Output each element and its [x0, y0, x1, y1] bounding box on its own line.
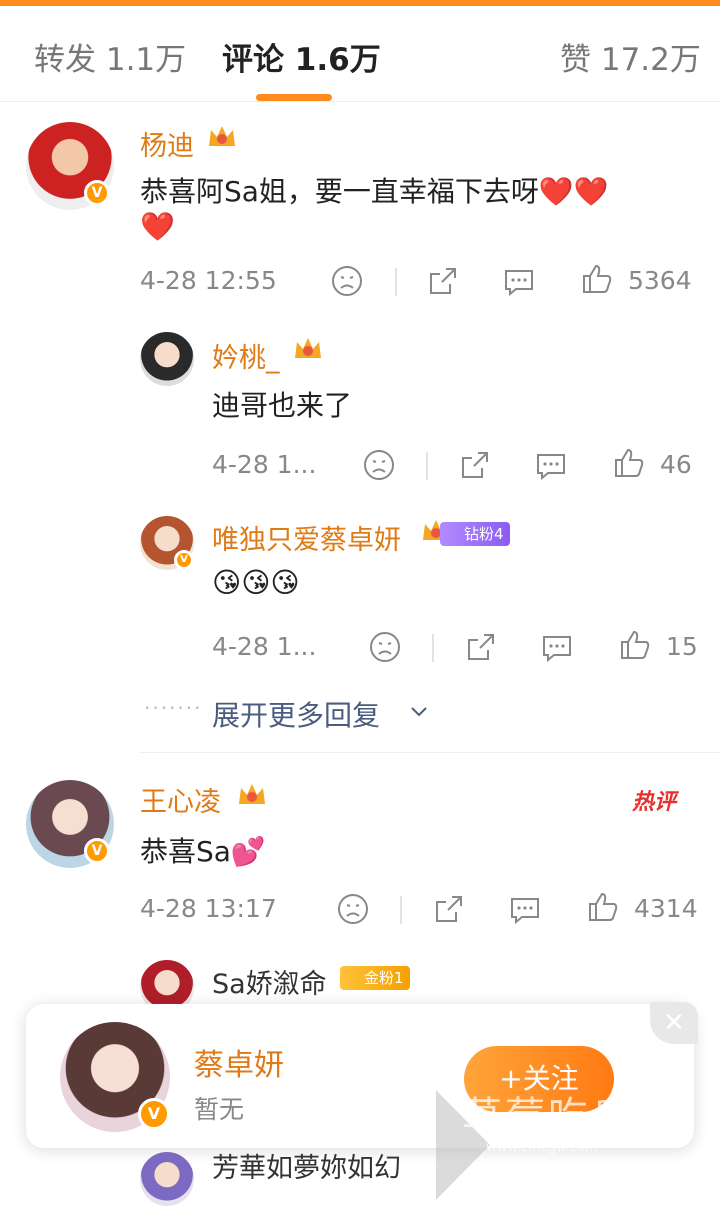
- like-icon[interactable]: [586, 890, 620, 924]
- tab-bar: 转发 1.1万 评论 1.6万 赞 17.2万: [0, 6, 720, 102]
- crown-icon: [295, 338, 321, 358]
- reply-author[interactable]: 芳華如夢妳如幻: [212, 1146, 401, 1185]
- crown-icon: [209, 126, 235, 146]
- divider: [395, 268, 397, 296]
- reply-text: 迪哥也来了: [212, 389, 353, 422]
- reply-text: 😘😘😘: [212, 566, 300, 599]
- verified-badge-icon: V: [174, 550, 194, 570]
- avatar[interactable]: [140, 1152, 194, 1206]
- fan-level-badge: 钻粉4: [440, 522, 510, 546]
- comment-author[interactable]: 王心凌: [140, 780, 221, 819]
- verified-badge-icon: V: [138, 1098, 170, 1130]
- like-count: 4314: [634, 894, 698, 923]
- close-icon[interactable]: ✕: [650, 1002, 698, 1044]
- active-tab-indicator: [256, 94, 332, 101]
- comment-text-cont: ❤️: [140, 210, 175, 243]
- tab-likes[interactable]: 赞 17.2万: [560, 34, 701, 79]
- comment-text: 恭喜Sa💕: [140, 835, 266, 868]
- dislike-face-icon[interactable]: [330, 264, 364, 298]
- expand-more-replies[interactable]: 展开更多回复: [212, 694, 380, 734]
- divider: [432, 634, 434, 662]
- comment-icon[interactable]: [508, 892, 542, 926]
- like-count: 5364: [628, 266, 692, 295]
- tab-comments[interactable]: 评论 1.6万: [222, 34, 381, 79]
- share-icon[interactable]: [426, 264, 460, 298]
- comment-divider: [140, 752, 720, 753]
- watermark-text: 草莓吃瓜网: [462, 1094, 677, 1140]
- avatar[interactable]: [140, 332, 194, 386]
- follow-card-name[interactable]: 蔡卓妍: [194, 1040, 284, 1084]
- reply-author[interactable]: 妗桃_: [212, 336, 280, 375]
- like-count: 15: [666, 632, 698, 661]
- dislike-face-icon[interactable]: [362, 448, 396, 482]
- comment-icon[interactable]: [502, 264, 536, 298]
- comment-time: 4-28 12:55: [140, 266, 277, 295]
- share-icon[interactable]: [464, 630, 498, 664]
- reply-author[interactable]: Sa娇溆命: [212, 962, 327, 1001]
- comment-time: 4-28 13:17: [140, 894, 277, 923]
- chevron-down-icon[interactable]: [408, 700, 430, 722]
- tab-repost[interactable]: 转发 1.1万: [34, 34, 186, 79]
- fan-level-badge: 金粉1: [340, 966, 410, 990]
- like-icon[interactable]: [612, 446, 646, 480]
- dislike-face-icon[interactable]: [368, 630, 402, 664]
- comment-icon[interactable]: [540, 630, 574, 664]
- like-count: 46: [660, 450, 692, 479]
- divider: [400, 896, 402, 924]
- share-icon[interactable]: [432, 892, 466, 926]
- reply-author[interactable]: 唯独只爱蔡卓妍: [212, 518, 401, 557]
- verified-badge-icon: V: [84, 838, 110, 864]
- like-icon[interactable]: [618, 628, 652, 662]
- divider: [426, 452, 428, 480]
- comment-author[interactable]: 杨迪: [140, 124, 194, 163]
- dislike-face-icon[interactable]: [336, 892, 370, 926]
- reply-time: 4-28 1...: [212, 450, 317, 479]
- follow-card-subtitle: 暂无: [194, 1095, 245, 1124]
- comment-icon[interactable]: [534, 448, 568, 482]
- watermark-url: www.cmcgw.com: [486, 1140, 598, 1155]
- dots-decoration: ·······: [144, 696, 203, 720]
- like-icon[interactable]: [580, 262, 614, 296]
- reply-time: 4-28 1...: [212, 632, 317, 661]
- hot-comment-label: 热评: [632, 790, 677, 815]
- crown-icon: [239, 784, 265, 804]
- comment-text: 恭喜阿Sa姐，要一直幸福下去呀❤️❤️: [140, 175, 609, 208]
- share-icon[interactable]: [458, 448, 492, 482]
- verified-badge-icon: V: [84, 180, 110, 206]
